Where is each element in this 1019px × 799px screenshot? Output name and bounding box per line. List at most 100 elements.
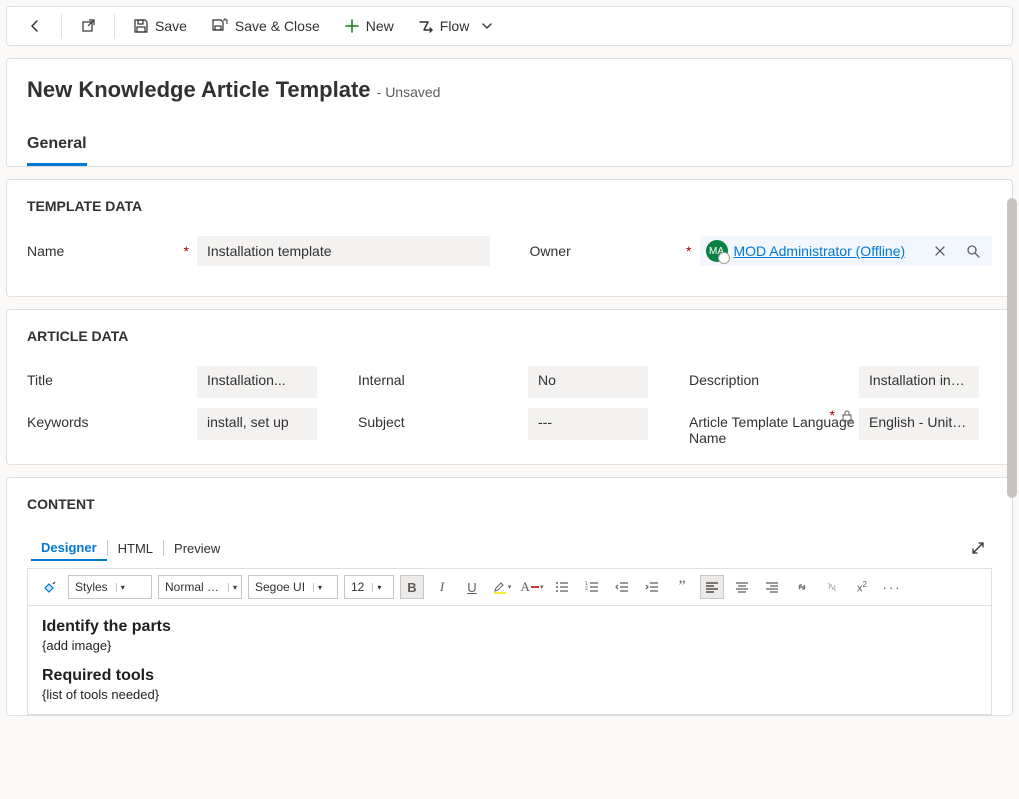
page-title: New Knowledge Article Template bbox=[27, 77, 371, 102]
language-input[interactable]: English - Unite... bbox=[859, 408, 979, 440]
search-icon bbox=[966, 244, 980, 258]
flow-label: Flow bbox=[440, 18, 470, 34]
owner-search[interactable] bbox=[960, 244, 986, 258]
more-commands-button[interactable]: ··· bbox=[880, 575, 904, 599]
new-button[interactable]: New bbox=[334, 14, 404, 38]
subject-label: Subject bbox=[358, 408, 528, 430]
highlight-icon bbox=[493, 579, 507, 595]
close-icon bbox=[934, 245, 946, 257]
save-status: - Unsaved bbox=[377, 84, 441, 100]
flow-icon bbox=[418, 18, 434, 34]
save-button[interactable]: Save bbox=[123, 14, 197, 38]
align-left-button[interactable] bbox=[700, 575, 724, 599]
owner-link[interactable]: MOD Administrator (Offline) bbox=[734, 243, 921, 259]
align-center-button[interactable] bbox=[730, 575, 754, 599]
name-input[interactable]: Installation template bbox=[197, 236, 490, 266]
field-title: Title Installation... bbox=[27, 366, 330, 398]
field-keywords: Keywords install, set up bbox=[27, 408, 330, 440]
align-center-icon bbox=[735, 580, 749, 594]
vertical-scrollbar[interactable] bbox=[1005, 58, 1019, 798]
internal-label: Internal bbox=[358, 366, 528, 388]
align-right-icon bbox=[765, 580, 779, 594]
align-left-icon bbox=[705, 580, 719, 594]
avatar: MA bbox=[706, 240, 728, 262]
blockquote-button[interactable]: ” bbox=[670, 575, 694, 599]
font-dropdown[interactable]: Segoe UI▾ bbox=[248, 575, 338, 599]
font-color-button[interactable]: A ▾ bbox=[520, 575, 544, 599]
toolbar-divider bbox=[114, 14, 115, 38]
language-label: Article Template Language Name bbox=[689, 408, 859, 446]
save-icon bbox=[133, 18, 149, 34]
font-size-dropdown[interactable]: 12▾ bbox=[344, 575, 394, 599]
keywords-label: Keywords bbox=[27, 408, 197, 430]
editor-view-tabs: Designer HTML Preview bbox=[31, 534, 992, 562]
format-painter-button[interactable] bbox=[38, 575, 62, 599]
toolbar-divider bbox=[61, 14, 62, 38]
svg-text:2: 2 bbox=[585, 586, 588, 592]
template-data-section: TEMPLATE DATA Name Installation template… bbox=[6, 179, 1013, 297]
link-icon bbox=[795, 580, 809, 594]
indent-button[interactable] bbox=[640, 575, 664, 599]
internal-input[interactable]: No bbox=[528, 366, 648, 398]
list-ul-icon bbox=[555, 580, 569, 594]
underline-button[interactable]: U bbox=[460, 575, 484, 599]
field-language: Article Template Language Name English -… bbox=[689, 408, 992, 446]
outdent-button[interactable] bbox=[610, 575, 634, 599]
italic-button[interactable]: I bbox=[430, 575, 454, 599]
lock-icon bbox=[841, 410, 853, 422]
title-input[interactable]: Installation... bbox=[197, 366, 317, 398]
editor-body[interactable]: Identify the parts {add image} Required … bbox=[27, 605, 992, 715]
superscript-button[interactable]: x2 bbox=[850, 575, 874, 599]
subtab-html[interactable]: HTML bbox=[108, 537, 163, 560]
editor-placeholder: {list of tools needed} bbox=[42, 687, 977, 702]
save-close-label: Save & Close bbox=[235, 18, 320, 34]
owner-lookup[interactable]: MA MOD Administrator (Offline) bbox=[700, 236, 993, 266]
align-right-button[interactable] bbox=[760, 575, 784, 599]
subject-input[interactable]: --- bbox=[528, 408, 648, 440]
owner-remove[interactable] bbox=[926, 245, 954, 257]
editor-placeholder: {add image} bbox=[42, 638, 977, 653]
open-in-new-button[interactable] bbox=[70, 14, 106, 38]
unlink-icon bbox=[825, 580, 839, 594]
field-description: Description Installation ins... bbox=[689, 366, 992, 398]
field-subject: Subject --- bbox=[358, 408, 661, 440]
subtab-preview[interactable]: Preview bbox=[164, 537, 230, 560]
description-input[interactable]: Installation ins... bbox=[859, 366, 979, 398]
flow-button[interactable]: Flow bbox=[408, 14, 504, 38]
new-label: New bbox=[366, 18, 394, 34]
scroll-thumb[interactable] bbox=[1007, 198, 1017, 498]
editor-heading: Identify the parts bbox=[42, 618, 977, 636]
chevron-down-icon bbox=[481, 20, 493, 32]
plus-icon bbox=[344, 18, 360, 34]
unlink-button[interactable] bbox=[820, 575, 844, 599]
section-title-article: ARTICLE DATA bbox=[27, 328, 992, 344]
command-bar: Save Save & Close New Flow bbox=[6, 6, 1013, 46]
styles-dropdown[interactable]: Styles▾ bbox=[68, 575, 152, 599]
format-dropdown[interactable]: Normal (...▾ bbox=[158, 575, 242, 599]
save-close-button[interactable]: Save & Close bbox=[201, 14, 330, 38]
save-label: Save bbox=[155, 18, 187, 34]
expand-icon bbox=[970, 540, 986, 556]
subtab-designer[interactable]: Designer bbox=[31, 536, 107, 561]
editor-heading: Required tools bbox=[42, 667, 977, 685]
record-header: New Knowledge Article Template - Unsaved… bbox=[6, 58, 1013, 167]
outdent-icon bbox=[615, 580, 629, 594]
content-section: CONTENT Designer HTML Preview Styles▾ No… bbox=[6, 477, 1013, 716]
tab-general[interactable]: General bbox=[27, 135, 87, 166]
numbered-list-button[interactable]: 12 bbox=[580, 575, 604, 599]
article-data-section: ARTICLE DATA Title Installation... Inter… bbox=[6, 309, 1013, 465]
title-label: Title bbox=[27, 366, 197, 388]
owner-label: Owner bbox=[530, 243, 700, 259]
back-button[interactable] bbox=[17, 14, 53, 38]
highlight-button[interactable]: ▾ bbox=[490, 575, 514, 599]
link-button[interactable] bbox=[790, 575, 814, 599]
bold-button[interactable]: B bbox=[400, 575, 424, 599]
keywords-input[interactable]: install, set up bbox=[197, 408, 317, 440]
expand-editor-button[interactable] bbox=[964, 534, 992, 562]
indent-icon bbox=[645, 580, 659, 594]
section-title-content: CONTENT bbox=[27, 496, 992, 512]
description-label: Description bbox=[689, 366, 859, 388]
bulleted-list-button[interactable] bbox=[550, 575, 574, 599]
name-label: Name bbox=[27, 243, 197, 259]
editor-toolbar: Styles▾ Normal (...▾ Segoe UI▾ 12▾ B I U… bbox=[27, 568, 992, 605]
